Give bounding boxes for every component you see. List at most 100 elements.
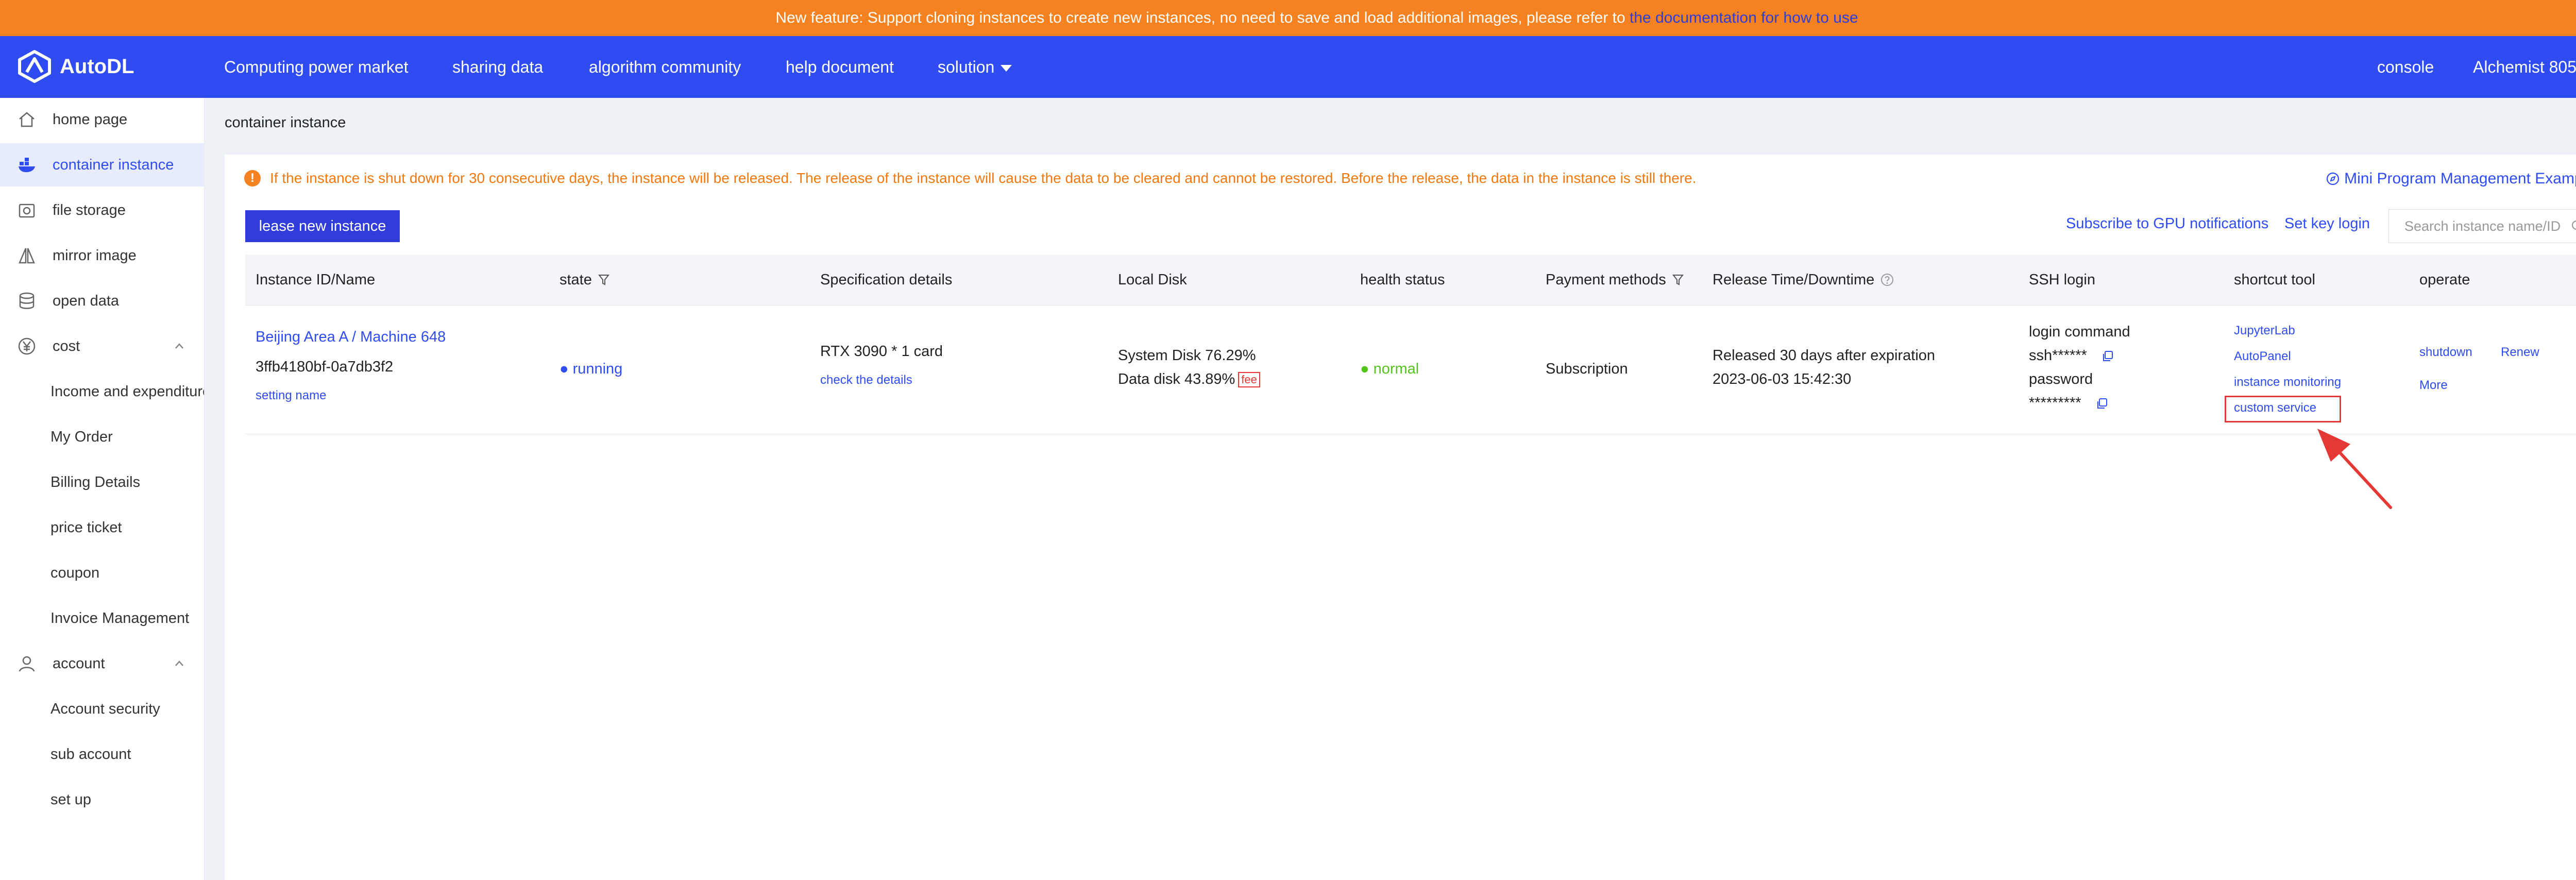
chevron-up-icon — [175, 661, 183, 666]
nav-algorithm-community[interactable]: algorithm community — [589, 36, 741, 98]
sidebar-item-home-page[interactable]: home page — [0, 98, 204, 141]
status-running: ● running — [560, 361, 623, 377]
ssh-login-command-label: login command — [2029, 324, 2130, 340]
tool-autopanel[interactable]: AutoPanel — [2234, 349, 2291, 364]
more-button[interactable]: More — [2419, 378, 2448, 393]
mini-program-label: Mini Program Management Example — [2344, 170, 2576, 187]
ssh-login-command: ssh****** — [2029, 347, 2114, 364]
renew-button[interactable]: Renew — [2501, 345, 2539, 360]
col-ssh-login: SSH login — [2029, 272, 2095, 288]
check-details-link[interactable]: check the details — [820, 373, 912, 387]
user-menu[interactable]: Alchemist 8051 — [2473, 36, 2576, 98]
tool-jupyterlab[interactable]: JupyterLab — [2234, 324, 2295, 338]
release-policy: Released 30 days after expiration — [1713, 347, 1936, 364]
instance-name-link[interactable]: Beijing Area A / Machine 648 — [256, 329, 446, 346]
sidebar-item-mirror-image[interactable]: mirror image — [0, 234, 204, 277]
release-notice: ! If the instance is shut down for 30 co… — [244, 170, 1696, 187]
brand-logo[interactable]: AutoDL — [16, 49, 134, 83]
fee-badge[interactable]: fee — [1238, 372, 1260, 388]
col-release-label: Release Time/Downtime — [1713, 272, 1875, 288]
nav-solution[interactable]: solution — [938, 36, 1012, 98]
sidebar-sub-label: sub account — [50, 746, 131, 763]
sidebar-sub-sub-account[interactable]: sub account — [0, 733, 204, 776]
container-icon — [19, 158, 35, 173]
shutdown-button[interactable]: shutdown — [2419, 345, 2472, 360]
nav-solution-label: solution — [938, 58, 995, 76]
col-instance-id-name: Instance ID/Name — [256, 272, 376, 288]
sidebar-item-container-instance[interactable]: container instance — [0, 143, 204, 187]
payment-method: Subscription — [1546, 361, 1628, 377]
sidebar-sub-account-security[interactable]: Account security — [0, 687, 204, 731]
col-payment-methods: Payment methods — [1546, 255, 1684, 305]
sidebar-item-account[interactable]: account — [0, 642, 204, 685]
filter-icon[interactable] — [598, 274, 609, 286]
announcement-banner: New feature: Support cloning instances t… — [0, 0, 2576, 36]
top-header: AutoDL Computing power market sharing da… — [0, 36, 2576, 98]
home-icon — [19, 112, 35, 127]
sidebar-sub-label: set up — [50, 791, 91, 808]
mini-program-link[interactable]: Mini Program Management Example — [2326, 170, 2576, 188]
nav-sharing-data[interactable]: sharing data — [452, 36, 543, 98]
search-icon[interactable] — [2571, 219, 2576, 233]
release-time: 2023-06-03 15:42:30 — [1713, 371, 1852, 387]
sidebar-sub-billing-details[interactable]: Billing Details — [0, 461, 204, 504]
sidebar-sub-label: Income and expenditure — [50, 383, 204, 400]
sidebar-item-label: open data — [53, 293, 120, 309]
autodl-logo-icon — [18, 50, 51, 83]
nav-console[interactable]: console — [2377, 36, 2434, 98]
system-disk-usage: System Disk 76.29% — [1118, 347, 1256, 364]
setting-name-link[interactable]: setting name — [256, 388, 326, 403]
col-specification-details: Specification details — [820, 272, 953, 288]
sidebar-sub-income-expenditure[interactable]: Income and expenditure — [0, 370, 204, 413]
annotation-arrow-icon — [2317, 429, 2392, 509]
chevron-down-icon — [1001, 65, 1012, 72]
custom-service-highlight — [2225, 396, 2341, 422]
col-payment-label: Payment methods — [1546, 272, 1666, 288]
page-title: container instance — [225, 114, 346, 131]
database-icon — [19, 292, 35, 309]
storage-icon — [19, 204, 35, 218]
nav-computing-power-market[interactable]: Computing power market — [224, 36, 408, 98]
sidebar-item-label: account — [53, 655, 105, 672]
health-normal: ● normal — [1360, 361, 1419, 377]
filter-icon[interactable] — [1672, 274, 1684, 286]
nav-help-document[interactable]: help document — [786, 36, 894, 98]
sidebar-sub-set-up[interactable]: set up — [0, 778, 204, 821]
data-disk-usage: Data disk 43.89% fee — [1118, 371, 1260, 388]
help-icon[interactable] — [1880, 273, 1894, 286]
yen-icon — [18, 337, 36, 355]
col-operate: operate — [2419, 272, 2470, 288]
sidebar-item-open-data[interactable]: open data — [0, 279, 204, 323]
brand-name: AutoDL — [60, 55, 134, 78]
ssh-password-label: password — [2029, 371, 2093, 387]
sidebar-sub-invoice-management[interactable]: Invoice Management — [0, 597, 204, 640]
sidebar-sub-label: Invoice Management — [50, 610, 190, 627]
instance-id: 3ffb4180bf-0a7db3f2 — [256, 359, 394, 375]
mirror-icon — [19, 248, 35, 264]
sidebar-sub-coupon[interactable]: coupon — [0, 551, 204, 595]
col-shortcut-tool: shortcut tool — [2234, 272, 2315, 288]
copy-icon[interactable] — [2096, 397, 2108, 410]
ssh-password: ********* — [2029, 395, 2108, 412]
copy-icon[interactable] — [2102, 350, 2114, 362]
sidebar-item-file-storage[interactable]: file storage — [0, 189, 204, 232]
ssh-password-value: ********* — [2029, 395, 2081, 411]
sidebar-item-cost[interactable]: cost — [0, 325, 204, 368]
sidebar-item-label: mirror image — [53, 247, 137, 264]
tool-instance-monitoring[interactable]: instance monitoring — [2234, 375, 2341, 390]
data-disk-label: Data disk 43.89% — [1118, 371, 1235, 387]
sidebar-sub-my-order[interactable]: My Order — [0, 415, 204, 459]
release-notice-text: If the instance is shut down for 30 cons… — [270, 170, 1697, 186]
lease-new-instance-button[interactable]: lease new instance — [245, 210, 400, 242]
subscribe-gpu-notifications-link[interactable]: Subscribe to GPU notifications — [2066, 215, 2268, 232]
user-icon — [19, 656, 35, 672]
set-key-login-link[interactable]: Set key login — [2284, 215, 2370, 232]
table-header: Instance ID/Name state Specification det… — [245, 255, 2576, 306]
col-local-disk: Local Disk — [1118, 272, 1187, 288]
sidebar-sub-label: Billing Details — [50, 474, 141, 490]
compass-icon — [2327, 172, 2340, 185]
sidebar-item-label: file storage — [53, 202, 126, 218]
banner-doc-link[interactable]: the documentation for how to use — [1630, 9, 1858, 26]
search-instance-input[interactable] — [2388, 209, 2576, 243]
sidebar-sub-price-ticket[interactable]: price ticket — [0, 506, 204, 549]
